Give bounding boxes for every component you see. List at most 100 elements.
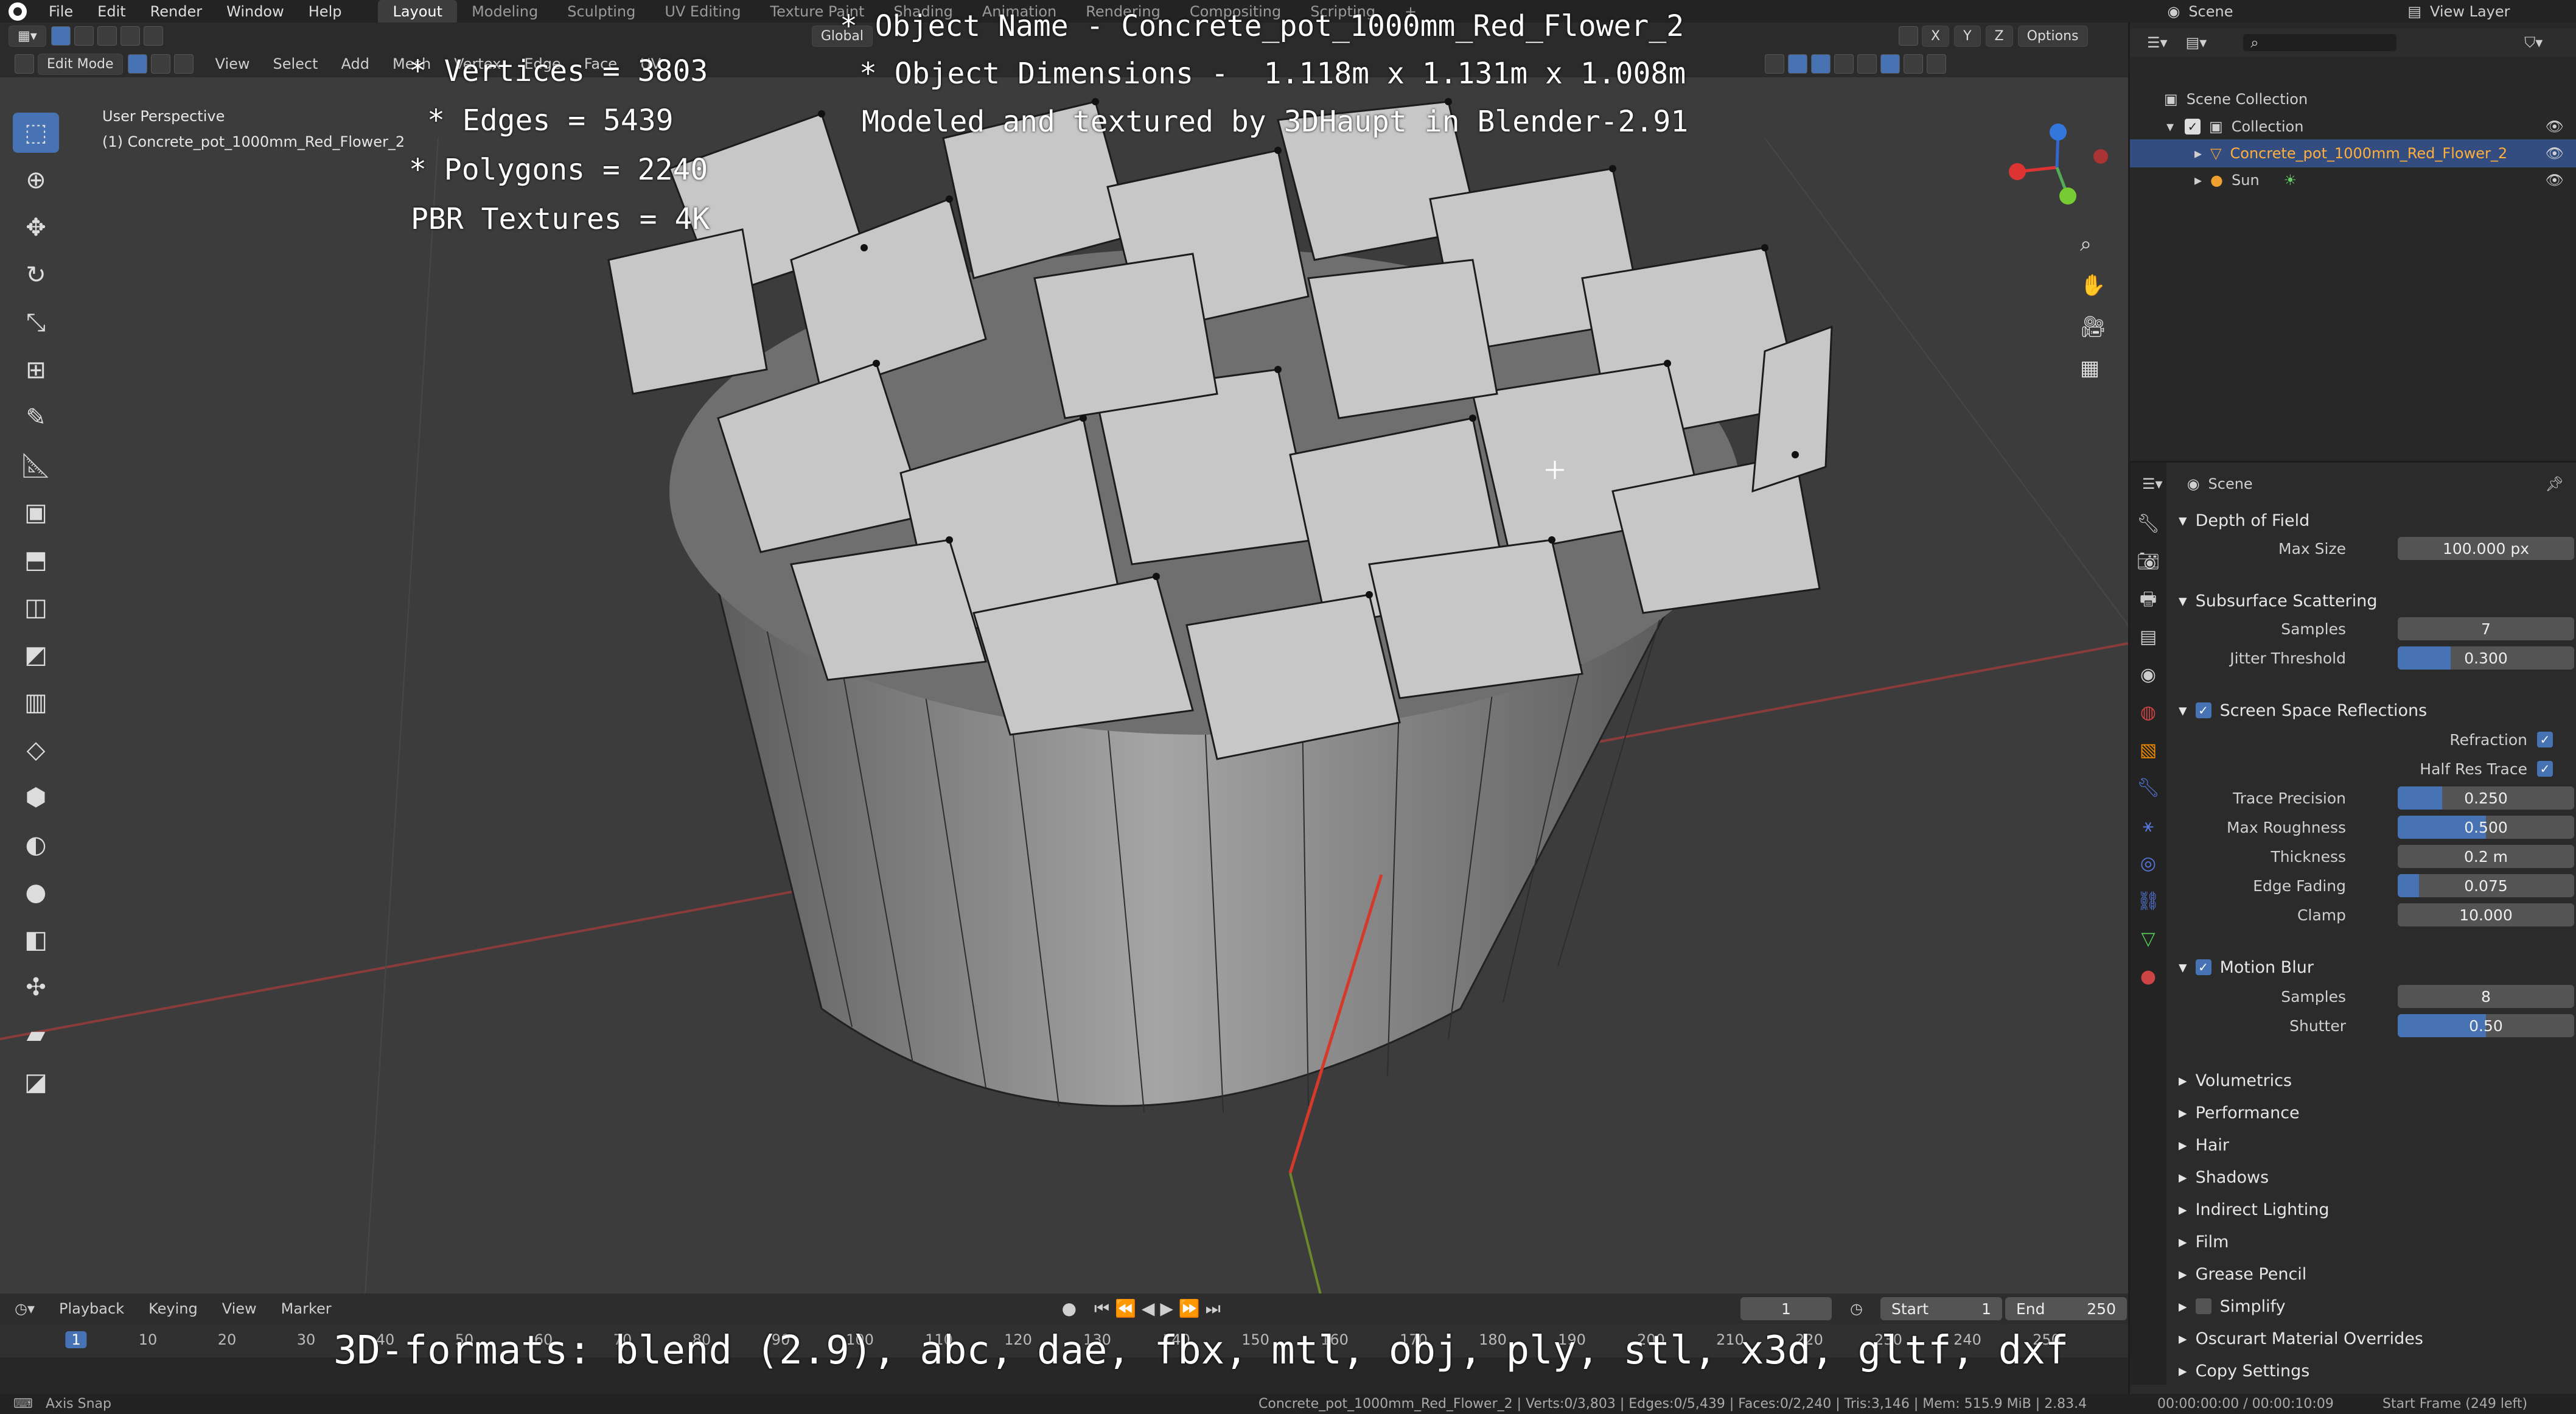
panel-indirect-lighting[interactable]: ▸ Indirect Lighting bbox=[2166, 1195, 2576, 1223]
vertex-select-icon[interactable] bbox=[127, 54, 147, 74]
output-tab-icon[interactable]: 🖶︎ bbox=[2130, 581, 2166, 618]
modifier-tab-icon[interactable]: 🔧︎ bbox=[2130, 769, 2166, 807]
view-layer-icon[interactable]: ▤ bbox=[2407, 3, 2421, 20]
expand-arrow-icon[interactable]: ▾ bbox=[2166, 118, 2174, 135]
gizmo-toggle-icon[interactable] bbox=[1788, 54, 1807, 74]
properties-editor-type-icon[interactable]: ☰▾ bbox=[2142, 475, 2163, 492]
rendered-shading-icon[interactable] bbox=[1927, 54, 1946, 74]
trace-precision-slider[interactable]: 0.250 bbox=[2398, 786, 2574, 810]
select-mode-extend-icon[interactable] bbox=[97, 26, 117, 46]
simplify-checkbox[interactable] bbox=[2195, 1298, 2211, 1314]
menu-file[interactable]: File bbox=[37, 3, 85, 20]
menu-edit[interactable]: Edit bbox=[85, 3, 138, 20]
menu-keying[interactable]: Keying bbox=[148, 1300, 198, 1317]
panel-depth-of-field[interactable]: ▾ Depth of Field bbox=[2166, 506, 2576, 534]
edge-fading-slider[interactable]: 0.075 bbox=[2398, 874, 2574, 897]
max-size-field[interactable]: 100.000 px bbox=[2398, 537, 2574, 560]
ssr-enable-checkbox[interactable]: ✓ bbox=[2195, 702, 2211, 718]
start-frame-field[interactable]: Start 1 bbox=[1880, 1297, 2002, 1320]
expand-arrow-icon[interactable]: ▸ bbox=[2194, 145, 2202, 162]
3d-viewport[interactable]: User Perspective (1) Concrete_pot_1000mm… bbox=[0, 77, 2128, 1295]
edge-slide-tool-icon[interactable]: ◧ bbox=[13, 920, 59, 960]
edge-select-icon[interactable] bbox=[150, 54, 170, 74]
panel-oscurart-overrides[interactable]: ▸ Oscurart Material Overrides bbox=[2166, 1325, 2576, 1353]
loop-cut-tool-icon[interactable]: ▥ bbox=[13, 682, 59, 723]
add-cube-tool-icon[interactable]: ▣ bbox=[13, 492, 59, 533]
wireframe-shading-icon[interactable] bbox=[1857, 54, 1877, 74]
half-res-trace-checkbox[interactable]: ✓ bbox=[2537, 761, 2553, 777]
select-box-tool-icon[interactable]: ⬚ bbox=[13, 113, 59, 153]
xray-toggle-icon[interactable] bbox=[1834, 54, 1854, 74]
select-box-icon[interactable] bbox=[51, 26, 71, 46]
mode-dropdown[interactable]: Edit Mode bbox=[38, 53, 123, 75]
panel-volumetrics[interactable]: ▸ Volumetrics bbox=[2166, 1066, 2576, 1094]
play-reverse-icon[interactable]: ◀ bbox=[1142, 1298, 1155, 1318]
preview-range-icon[interactable]: ◷ bbox=[1850, 1300, 1863, 1317]
move-tool-icon[interactable]: ✥ bbox=[13, 208, 59, 248]
physics-tab-icon[interactable]: ◎ bbox=[2130, 845, 2166, 883]
spin-tool-icon[interactable]: ◐ bbox=[13, 825, 59, 865]
panel-performance[interactable]: ▸ Performance bbox=[2166, 1099, 2576, 1127]
tool-tab-icon[interactable]: 🔧︎ bbox=[2130, 505, 2166, 543]
select-mode-intersect-icon[interactable] bbox=[143, 26, 163, 46]
transform-tool-icon[interactable]: ⊞ bbox=[13, 350, 59, 390]
outliner-editor-type-icon[interactable]: ☰▾ bbox=[2147, 34, 2168, 51]
material-shading-icon[interactable] bbox=[1904, 54, 1923, 74]
panel-copy-settings[interactable]: ▸ Copy Settings bbox=[2166, 1357, 2576, 1385]
end-frame-field[interactable]: End 250 bbox=[2005, 1297, 2127, 1320]
pan-hand-icon[interactable]: ✋ bbox=[2080, 265, 2106, 306]
menu-render[interactable]: Render bbox=[138, 3, 214, 20]
menu-marker[interactable]: Marker bbox=[281, 1300, 332, 1317]
menu-help[interactable]: Help bbox=[296, 3, 354, 20]
particles-tab-icon[interactable]: ⚹ bbox=[2130, 807, 2166, 845]
solid-shading-icon[interactable] bbox=[1880, 54, 1900, 74]
jump-start-icon[interactable]: ⏮ bbox=[1094, 1298, 1109, 1318]
rotate-tool-icon[interactable]: ↻ bbox=[13, 255, 59, 295]
max-roughness-slider[interactable]: 0.500 bbox=[2398, 816, 2574, 839]
select-mode-new-icon[interactable] bbox=[74, 26, 94, 46]
current-frame-field[interactable]: 1 bbox=[1740, 1297, 1832, 1320]
expand-arrow-icon[interactable]: ▸ bbox=[2194, 172, 2202, 189]
tab-sculpting[interactable]: Sculpting bbox=[553, 0, 650, 23]
collection-checkbox[interactable]: ✓ bbox=[2185, 119, 2201, 135]
menu-playback[interactable]: Playback bbox=[59, 1300, 124, 1317]
panel-hair[interactable]: ▸ Hair bbox=[2166, 1131, 2576, 1159]
sss-samples-field[interactable]: 7 bbox=[2398, 617, 2574, 640]
visibility-icon[interactable] bbox=[1765, 54, 1784, 74]
camera-view-icon[interactable]: 🎥︎ bbox=[2080, 306, 2106, 348]
render-tab-icon[interactable]: 📷︎ bbox=[2130, 543, 2166, 581]
scene-selector[interactable]: Scene bbox=[2188, 3, 2407, 20]
mirror-icon[interactable] bbox=[1899, 26, 1918, 46]
material-tab-icon[interactable]: ● bbox=[2130, 958, 2166, 996]
inset-tool-icon[interactable]: ◫ bbox=[13, 587, 59, 628]
menu-add[interactable]: Add bbox=[341, 55, 369, 72]
object-tab-icon[interactable]: ▧ bbox=[2130, 732, 2166, 769]
outliner-item-pot[interactable]: ▸ ▽ Concrete_pot_1000mm_Red_Flower_2 👁︎ bbox=[2130, 139, 2576, 167]
mb-samples-field[interactable]: 8 bbox=[2398, 985, 2574, 1008]
pin-icon[interactable]: 📌︎ bbox=[2546, 475, 2564, 492]
rip-tool-icon[interactable]: ◪ bbox=[13, 1062, 59, 1102]
panel-motion-blur[interactable]: ▾ ✓ Motion Blur bbox=[2166, 953, 2576, 981]
visibility-eye-icon[interactable]: 👁︎ bbox=[2546, 118, 2564, 135]
options-dropdown[interactable]: Options bbox=[2017, 25, 2088, 47]
motion-blur-checkbox[interactable]: ✓ bbox=[2195, 959, 2211, 975]
tab-layout[interactable]: Layout bbox=[378, 0, 458, 23]
shrink-fatten-tool-icon[interactable]: ✣ bbox=[13, 967, 59, 1007]
panel-subsurface-scattering[interactable]: ▾ Subsurface Scattering bbox=[2166, 587, 2576, 615]
annotate-tool-icon[interactable]: ✎ bbox=[13, 397, 59, 438]
filter-icon[interactable]: ⛉▾ bbox=[2524, 34, 2543, 51]
clamp-field[interactable]: 10.000 bbox=[2398, 903, 2574, 926]
record-icon[interactable]: ● bbox=[1062, 1298, 1077, 1318]
menu-view[interactable]: View bbox=[215, 55, 250, 72]
scale-tool-icon[interactable]: ⤡ bbox=[13, 303, 59, 343]
blender-logo-icon[interactable] bbox=[9, 2, 27, 21]
next-keyframe-icon[interactable]: ⏩ bbox=[1179, 1298, 1200, 1318]
poly-build-tool-icon[interactable]: ⬢ bbox=[13, 777, 59, 817]
overlay-toggle-icon[interactable] bbox=[1811, 54, 1831, 74]
smooth-tool-icon[interactable]: ● bbox=[13, 872, 59, 912]
panel-simplify[interactable]: ▸ Simplify bbox=[2166, 1292, 2576, 1320]
axis-x-toggle[interactable]: X bbox=[1922, 25, 1950, 47]
panel-grease-pencil[interactable]: ▸ Grease Pencil bbox=[2166, 1260, 2576, 1288]
menu-window[interactable]: Window bbox=[214, 3, 296, 20]
visibility-eye-icon[interactable]: 👁︎ bbox=[2546, 145, 2564, 162]
